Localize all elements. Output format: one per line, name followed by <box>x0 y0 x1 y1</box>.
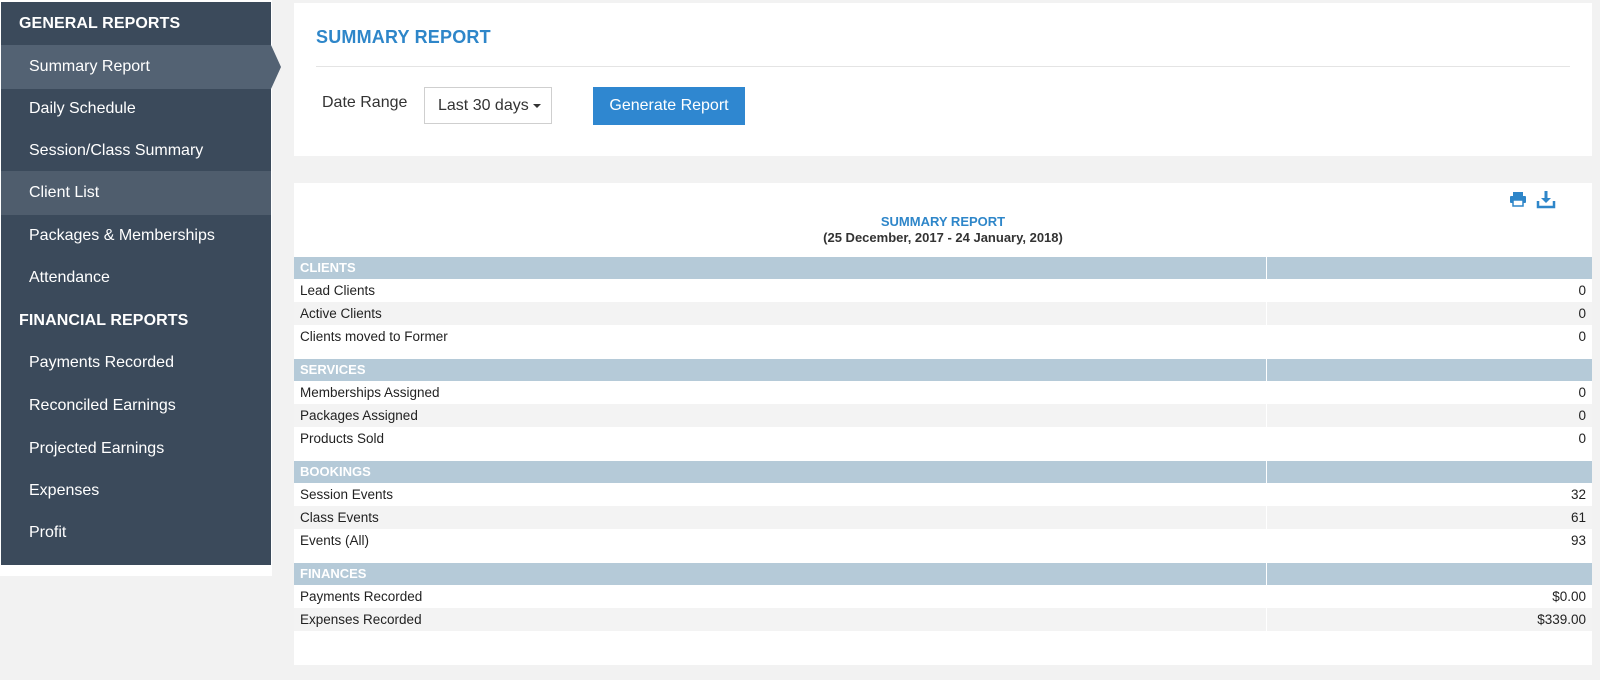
section-title: FINANCES <box>300 566 367 581</box>
row-value: $0.00 <box>1552 589 1586 604</box>
report-date-range: (25 December, 2017 - 24 January, 2018) <box>823 230 1063 245</box>
row-label: Memberships Assigned <box>300 385 440 400</box>
sidebar-item-summary-report[interactable]: Summary Report <box>1 45 281 89</box>
sidebar-item-label: Daily Schedule <box>29 100 136 117</box>
date-range-dropdown[interactable]: Last 30 days <box>424 87 552 124</box>
row-label: Packages Assigned <box>300 408 418 423</box>
row-label: Events (All) <box>300 533 370 548</box>
row-value: 0 <box>1578 431 1586 446</box>
row-value: 0 <box>1578 306 1586 321</box>
print-icon[interactable] <box>1508 189 1528 209</box>
row-value: 93 <box>1570 533 1586 548</box>
sidebar-item-attendance[interactable]: Attendance <box>1 256 271 300</box>
row-value: 0 <box>1578 385 1586 400</box>
section-header-bookings: BOOKINGS <box>294 461 1592 483</box>
row-label: Class Events <box>300 510 379 525</box>
sidebar-item-session-class-summary[interactable]: Session/Class Summary <box>1 129 271 173</box>
active-pointer-arrow <box>271 45 281 89</box>
section-title: SERVICES <box>300 362 366 377</box>
sidebar-item-payments-recorded[interactable]: Payments Recorded <box>1 341 271 385</box>
row-value: 0 <box>1578 329 1586 344</box>
table-row: Session Events 32 <box>294 483 1592 506</box>
table-row: Expenses Recorded $339.00 <box>294 608 1592 631</box>
sidebar-item-label: Profit <box>29 524 67 541</box>
table-row: Events (All) 93 <box>294 529 1592 552</box>
sidebar-item-projected-earnings[interactable]: Projected Earnings <box>1 427 271 471</box>
table-row: Packages Assigned 0 <box>294 404 1592 427</box>
sidebar: GENERAL REPORTS Summary Report Daily Sch… <box>1 2 281 565</box>
date-range-label: Date Range <box>322 94 408 111</box>
row-label: Active Clients <box>300 306 382 321</box>
row-value: 0 <box>1578 408 1586 423</box>
title-divider <box>316 66 1570 67</box>
summary-table: CLIENTS Lead Clients 0 Active Clients 0 … <box>294 257 1592 631</box>
table-row: Memberships Assigned 0 <box>294 381 1592 404</box>
table-row: Payments Recorded $0.00 <box>294 585 1592 608</box>
row-label: Session Events <box>300 487 394 502</box>
sidebar-item-label: Client List <box>29 184 100 201</box>
table-row: Clients moved to Former 0 <box>294 325 1592 348</box>
sidebar-container: GENERAL REPORTS Summary Report Daily Sch… <box>0 0 281 576</box>
sidebar-item-client-list[interactable]: Client List <box>1 171 271 215</box>
financial-reports-heading: FINANCIAL REPORTS <box>19 312 189 329</box>
report-panel: SUMMARY REPORT (25 December, 2017 - 24 J… <box>294 183 1592 665</box>
row-value: 32 <box>1570 487 1586 502</box>
sidebar-item-label: Projected Earnings <box>29 440 165 457</box>
sidebar-item-label: Payments Recorded <box>29 354 174 371</box>
row-label: Expenses Recorded <box>300 612 422 627</box>
caret-down-icon <box>532 103 541 108</box>
table-row: Lead Clients 0 <box>294 279 1592 302</box>
sidebar-item-label: Session/Class Summary <box>29 142 204 159</box>
section-header-finances: FINANCES <box>294 563 1592 585</box>
row-label: Payments Recorded <box>300 589 423 604</box>
sidebar-item-reconciled-earnings[interactable]: Reconciled Earnings <box>1 384 271 428</box>
table-row: Products Sold 0 <box>294 427 1592 450</box>
sidebar-item-expenses[interactable]: Expenses <box>1 469 271 513</box>
section-header-services: SERVICES <box>294 359 1592 381</box>
sidebar-item-daily-schedule[interactable]: Daily Schedule <box>1 87 271 131</box>
sidebar-item-label: Expenses <box>29 482 100 499</box>
section-title: CLIENTS <box>300 260 356 275</box>
sidebar-item-profit[interactable]: Profit <box>1 511 271 555</box>
report-title: SUMMARY REPORT <box>880 214 1006 229</box>
sidebar-item-label: Reconciled Earnings <box>29 397 176 414</box>
page-title: SUMMARY REPORT <box>316 27 491 47</box>
row-value: $339.00 <box>1537 612 1586 627</box>
section-header-clients: CLIENTS <box>294 257 1592 279</box>
sidebar-item-label: Packages & Memberships <box>29 227 215 244</box>
table-row: Class Events 61 <box>294 506 1592 529</box>
row-label: Products Sold <box>300 431 385 446</box>
download-icon[interactable] <box>1536 189 1556 209</box>
row-value: 61 <box>1570 510 1586 525</box>
row-value: 0 <box>1578 283 1586 298</box>
report-controls-panel: SUMMARY REPORT Date Range Last 30 days G… <box>294 3 1592 156</box>
table-row: Active Clients 0 <box>294 302 1592 325</box>
generate-report-button[interactable]: Generate Report <box>593 87 745 125</box>
sidebar-item-label: Attendance <box>29 269 110 286</box>
date-range-value: Last 30 days <box>438 97 529 114</box>
sidebar-item-label: Summary Report <box>29 58 150 75</box>
row-label: Clients moved to Former <box>300 329 448 344</box>
section-title: BOOKINGS <box>300 464 371 479</box>
general-reports-heading: GENERAL REPORTS <box>19 15 181 32</box>
sidebar-item-packages-memberships[interactable]: Packages & Memberships <box>1 214 271 258</box>
row-label: Lead Clients <box>300 283 376 298</box>
